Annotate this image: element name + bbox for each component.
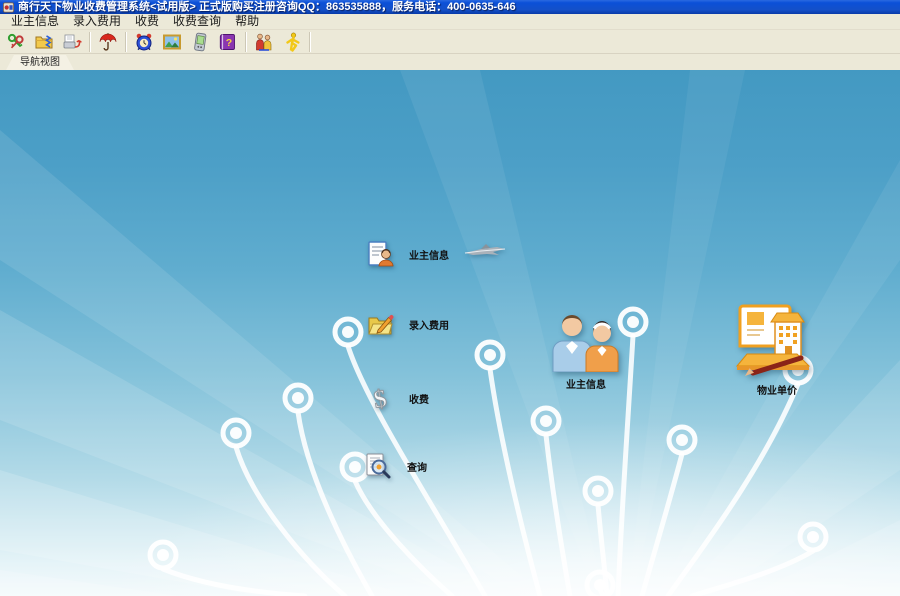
nav-item-fee-entry[interactable]: 录入费用 <box>366 310 449 338</box>
nav-item-query[interactable]: 查询 <box>364 452 427 480</box>
toolbar-button-export[interactable] <box>58 30 86 53</box>
help-book-icon: ? <box>218 32 238 52</box>
shortcut-label: 物业单价 <box>757 382 797 397</box>
menu-item-help[interactable]: 帮助 <box>228 14 266 29</box>
navigation-view: 业主信息 录入费用 $ 收费 <box>0 70 900 596</box>
team-icon <box>254 32 274 52</box>
svg-text:$: $ <box>372 385 389 412</box>
tab-navigation-view[interactable]: 导航视图 <box>6 55 74 70</box>
nav-item-charge[interactable]: $ 收费 <box>366 384 429 412</box>
shortcut-property-unit-price[interactable]: 物业单价 <box>733 300 821 397</box>
toolbar-separator <box>125 32 127 52</box>
umbrella-icon <box>98 32 118 52</box>
window-title: 商行天下物业收费管理系统<试用版> 正式版购买注册咨询QQ：863535888，… <box>18 0 516 14</box>
toolbar-separator <box>245 32 247 52</box>
title-bar: 商行天下物业收费管理系统<试用版> 正式版购买注册咨询QQ：863535888，… <box>0 0 900 14</box>
picture-icon <box>162 32 182 52</box>
airplane-icon <box>462 242 508 262</box>
menu-item-fee-entry[interactable]: 录入费用 <box>66 14 128 29</box>
nav-label: 录入费用 <box>409 317 449 332</box>
toolbar-button-members[interactable] <box>250 30 278 53</box>
toolbar-button-schedule[interactable] <box>130 30 158 53</box>
shortcut-label: 业主信息 <box>566 376 606 391</box>
svg-text:?: ? <box>226 37 232 49</box>
toolbar-separator <box>89 32 91 52</box>
toolbar-separator <box>309 32 311 52</box>
toolbar: ? <box>0 30 900 54</box>
keys-icon <box>6 32 26 52</box>
dollar-icon: $ <box>366 384 394 412</box>
owners-people-icon <box>549 310 623 372</box>
toolbar-button-mobile[interactable] <box>186 30 214 53</box>
toolbar-button-gallery[interactable] <box>158 30 186 53</box>
toolbar-button-keys[interactable] <box>2 30 30 53</box>
laptop-building-icon <box>735 300 819 378</box>
nav-label: 查询 <box>407 459 427 474</box>
toolbar-button-protection[interactable] <box>94 30 122 53</box>
owner-list-icon <box>366 240 394 268</box>
printer-export-icon <box>62 32 82 52</box>
nav-label: 收费 <box>409 391 429 406</box>
folder-pencil-icon <box>366 310 394 338</box>
menu-item-owner-info[interactable]: 业主信息 <box>4 14 66 29</box>
menu-item-charge[interactable]: 收费 <box>128 14 166 29</box>
magnifier-doc-icon <box>364 452 392 480</box>
nav-item-owner-info[interactable]: 业主信息 <box>366 240 449 268</box>
app-window: 商行天下物业收费管理系统<试用版> 正式版购买注册咨询QQ：863535888，… <box>0 0 900 596</box>
pda-icon <box>190 32 210 52</box>
menu-item-charge-query[interactable]: 收费查询 <box>166 14 228 29</box>
alarm-clock-icon <box>134 32 154 52</box>
app-logo-icon <box>3 2 14 13</box>
toolbar-button-help[interactable]: ? <box>214 30 242 53</box>
menu-bar: 业主信息 录入费用 收费 收费查询 帮助 <box>0 14 900 30</box>
tab-strip: 导航视图 <box>0 54 900 70</box>
folder-zip-icon <box>34 32 54 52</box>
toolbar-button-logout[interactable] <box>278 30 306 53</box>
shortcut-owner-info[interactable]: 业主信息 <box>548 310 624 391</box>
walking-person-icon <box>282 32 302 52</box>
nav-label: 业主信息 <box>409 247 449 262</box>
toolbar-button-archive[interactable] <box>30 30 58 53</box>
